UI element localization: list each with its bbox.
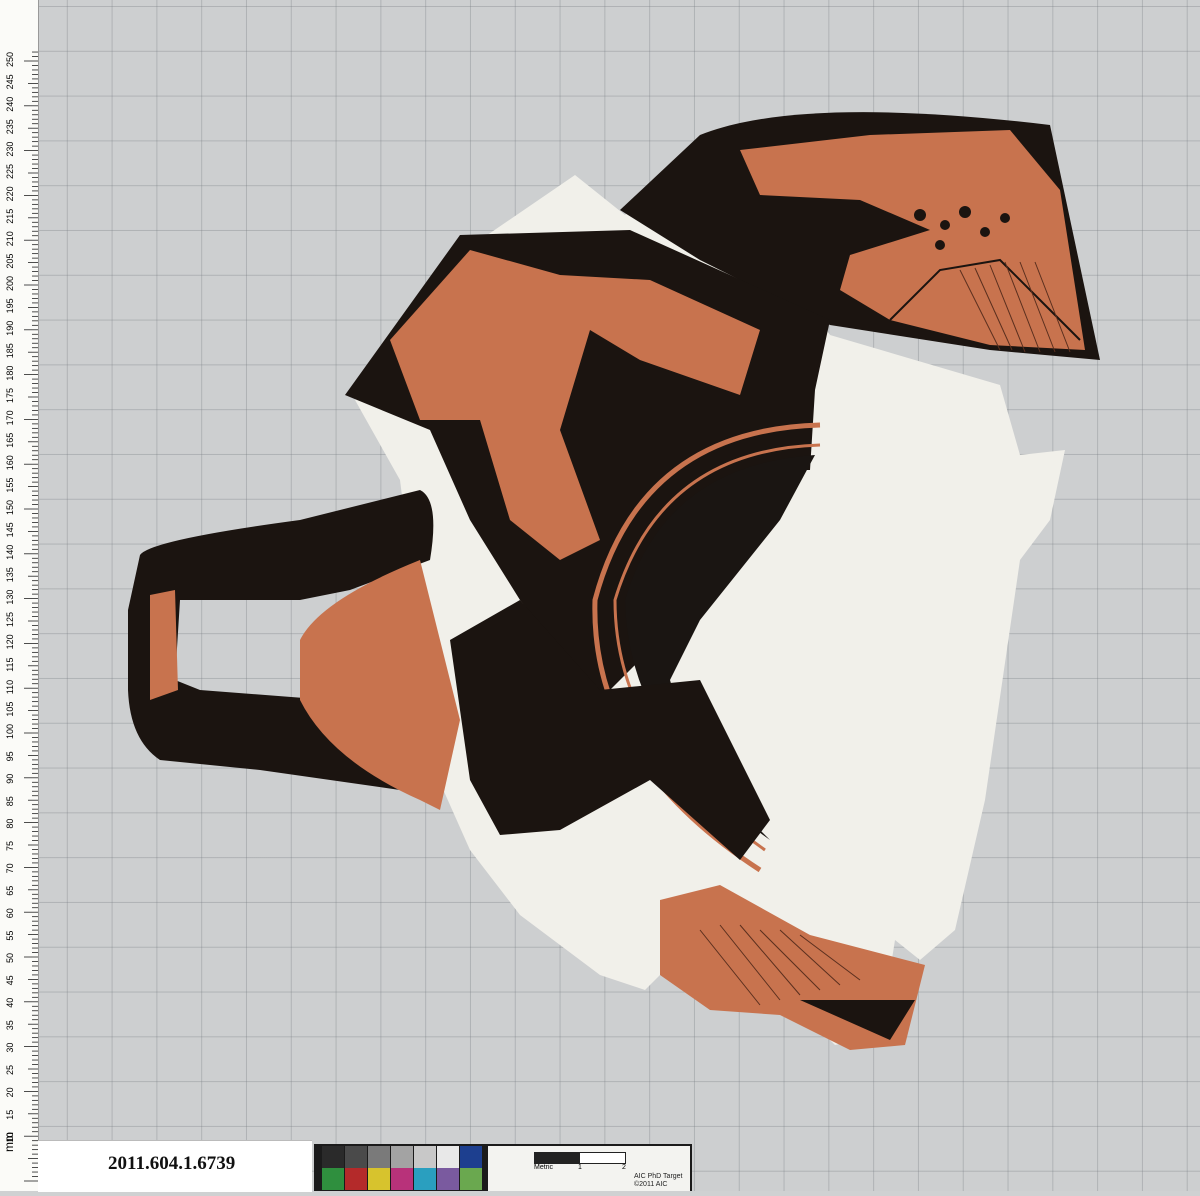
color-swatch xyxy=(414,1168,436,1190)
scale-bar xyxy=(534,1152,626,1164)
color-target-title: AIC PhD Target xyxy=(634,1173,683,1180)
accession-number: 2011.604.1.6739 xyxy=(108,1153,236,1174)
color-swatch xyxy=(460,1168,482,1190)
color-swatch xyxy=(322,1168,344,1190)
pottery-fragment-image xyxy=(128,112,1100,1050)
color-target-copyright: ©2011 AIC xyxy=(634,1181,668,1188)
color-swatch xyxy=(322,1146,344,1168)
color-swatch xyxy=(414,1146,436,1168)
color-swatch xyxy=(391,1168,413,1190)
color-swatch xyxy=(345,1146,367,1168)
scale-label-2: 2 xyxy=(622,1164,626,1171)
color-swatch xyxy=(437,1146,459,1168)
accession-label-card: 2011.604.1.6739 xyxy=(38,1140,312,1192)
color-target-credit: AIC PhD Target ©2011 AIC xyxy=(634,1173,683,1189)
color-swatch xyxy=(368,1146,390,1168)
color-swatch xyxy=(368,1168,390,1190)
color-swatch xyxy=(391,1146,413,1168)
color-swatch xyxy=(345,1168,367,1190)
scale-label-1: 1 xyxy=(578,1164,582,1171)
handle-inner-terracotta xyxy=(150,590,178,700)
color-swatch xyxy=(460,1146,482,1168)
color-swatch xyxy=(437,1168,459,1190)
scale-label-metric: Metric xyxy=(534,1164,554,1171)
